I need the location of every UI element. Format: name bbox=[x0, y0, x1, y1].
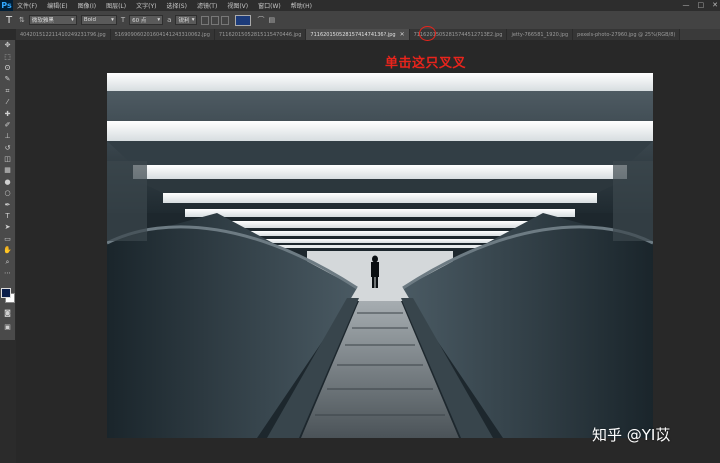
gradient-icon[interactable]: ▦ bbox=[0, 165, 15, 176]
menu-type[interactable]: 文字(Y) bbox=[136, 1, 156, 10]
menu-filter[interactable]: 滤镜(T) bbox=[197, 1, 217, 10]
anti-alias-icon: a bbox=[167, 16, 172, 24]
close-icon[interactable]: ✕ bbox=[400, 31, 405, 38]
font-family-value: 微软雅黑 bbox=[31, 18, 54, 24]
document-tab-active[interactable]: 71162015052815741474136?.jpg ✕ bbox=[306, 29, 410, 40]
tab-label: pexels-photo-27960.jpg @ 25%(RGB/8) bbox=[577, 31, 676, 38]
eraser-icon[interactable]: ◫ bbox=[0, 154, 15, 165]
quick-mask-icon[interactable]: ◙ bbox=[0, 308, 15, 319]
type-icon[interactable]: T bbox=[0, 211, 15, 222]
font-size-value: 60 点 bbox=[132, 18, 147, 24]
menu-bar: Ps 文件(F) 编辑(E) 图像(I) 图层(L) 文字(Y) 选择(S) 滤… bbox=[0, 0, 720, 11]
shape-icon[interactable]: ▭ bbox=[0, 234, 15, 245]
brush-icon[interactable]: ✐ bbox=[0, 120, 15, 131]
zoom-icon[interactable]: ⌕ bbox=[0, 256, 15, 267]
character-panel-icon[interactable]: ▤ bbox=[268, 16, 275, 24]
hand-icon[interactable]: ✋ bbox=[0, 245, 15, 256]
document-tab[interactable]: 71162015052815115470446.jpg bbox=[214, 29, 307, 40]
chevron-down-icon: ▾ bbox=[157, 17, 161, 23]
tools-panel: ✥ ⬚ ʘ ✎ ⌗ ⁄ ✚ ✐ ⊥ ↺ ◫ ▦ ● ○ ✒ T ➤ ▭ ✋ ⌕ … bbox=[0, 40, 16, 340]
document-image-escalator bbox=[107, 73, 653, 438]
pen-icon[interactable]: ✒ bbox=[0, 199, 15, 210]
align-center-button[interactable] bbox=[211, 15, 220, 25]
font-size-select[interactable]: 60 点 ▾ bbox=[129, 15, 164, 25]
menu-select[interactable]: 选择(S) bbox=[166, 1, 187, 10]
color-swatches[interactable] bbox=[1, 288, 15, 303]
font-style-select[interactable]: Bold ▾ bbox=[80, 15, 117, 25]
menu-edit[interactable]: 编辑(E) bbox=[47, 1, 67, 10]
foreground-color-swatch[interactable] bbox=[1, 288, 11, 298]
lasso-icon[interactable]: ʘ bbox=[0, 63, 15, 74]
dodge-icon[interactable]: ○ bbox=[0, 188, 15, 199]
type-tool-preset-icon[interactable]: T bbox=[2, 13, 16, 27]
maximize-icon[interactable]: □ bbox=[698, 0, 705, 11]
move-icon[interactable]: ✥ bbox=[0, 40, 15, 51]
crop-icon[interactable]: ⌗ bbox=[0, 86, 15, 97]
chevron-down-icon: ▾ bbox=[191, 17, 195, 23]
warp-text-icon[interactable]: ⌒ bbox=[257, 15, 264, 25]
font-family-select[interactable]: 微软雅黑 ▾ bbox=[28, 15, 77, 25]
menu-image[interactable]: 图像(I) bbox=[78, 1, 96, 10]
marquee-icon[interactable]: ⬚ bbox=[0, 51, 15, 62]
eyedropper-icon[interactable]: ⁄ bbox=[0, 97, 15, 108]
window-controls: — □ ✕ bbox=[683, 0, 719, 11]
tab-label: jetty-766581_1920.jpg bbox=[511, 31, 569, 38]
annotation-circle bbox=[419, 26, 436, 41]
path-select-icon[interactable]: ➤ bbox=[0, 222, 15, 233]
font-style-value: Bold bbox=[83, 17, 97, 23]
photoshop-logo: Ps bbox=[0, 0, 13, 11]
blur-icon[interactable]: ● bbox=[0, 177, 15, 188]
more-tools-icon[interactable]: ⋯ bbox=[0, 268, 15, 279]
tab-label: 516909060201604141243310062.jpg bbox=[114, 31, 210, 38]
anti-alias-value: 锐利 bbox=[178, 18, 190, 24]
tab-label: 71162015052815115470446.jpg bbox=[218, 31, 302, 38]
options-bar: T ⇅ 微软雅黑 ▾ Bold ▾ T 60 点 ▾ a 锐利 ▾ ⌒ ▤ bbox=[0, 11, 720, 30]
document-tab[interactable]: 516909060201604141243310062.jpg bbox=[110, 29, 215, 40]
healing-icon[interactable]: ✚ bbox=[0, 108, 15, 119]
menu-view[interactable]: 视图(V) bbox=[227, 1, 248, 10]
align-left-button[interactable] bbox=[201, 15, 210, 25]
clone-stamp-icon[interactable]: ⊥ bbox=[0, 131, 15, 142]
document-tab[interactable]: pexels-photo-27960.jpg @ 25%(RGB/8) bbox=[573, 29, 681, 40]
zhihu-watermark: 知乎 @YI苡 bbox=[592, 426, 671, 444]
document-tab[interactable]: 404201512211410249231796.jpg bbox=[16, 29, 111, 40]
tab-label: 71162015052815741474136?.jpg bbox=[310, 31, 396, 38]
chevron-down-icon: ▾ bbox=[71, 17, 74, 23]
anti-alias-select[interactable]: 锐利 ▾ bbox=[175, 15, 198, 25]
annotation-text: 单击这只叉叉 bbox=[385, 56, 467, 71]
menu-file[interactable]: 文件(F) bbox=[17, 1, 37, 10]
chevron-down-icon: ▾ bbox=[111, 17, 114, 23]
align-right-button[interactable] bbox=[221, 15, 230, 25]
orientation-toggle-icon[interactable]: ⇅ bbox=[19, 16, 25, 24]
font-size-icon: T bbox=[120, 16, 126, 24]
history-brush-icon[interactable]: ↺ bbox=[0, 143, 15, 154]
minimize-icon[interactable]: — bbox=[683, 0, 690, 11]
quick-select-icon[interactable]: ✎ bbox=[0, 74, 15, 85]
document-tab[interactable]: jetty-766581_1920.jpg bbox=[507, 29, 574, 40]
menu-window[interactable]: 窗口(W) bbox=[258, 1, 281, 10]
screen-mode-icon[interactable]: ▣ bbox=[0, 322, 15, 333]
tab-label: 404201512211410249231796.jpg bbox=[20, 31, 106, 38]
document-tab-bar: 404201512211410249231796.jpg 51690906020… bbox=[16, 29, 720, 40]
menu-help[interactable]: 帮助(H) bbox=[291, 1, 312, 10]
text-color-swatch[interactable] bbox=[235, 14, 252, 26]
close-window-icon[interactable]: ✕ bbox=[712, 0, 718, 11]
menu-layer[interactable]: 图层(L) bbox=[106, 1, 126, 10]
